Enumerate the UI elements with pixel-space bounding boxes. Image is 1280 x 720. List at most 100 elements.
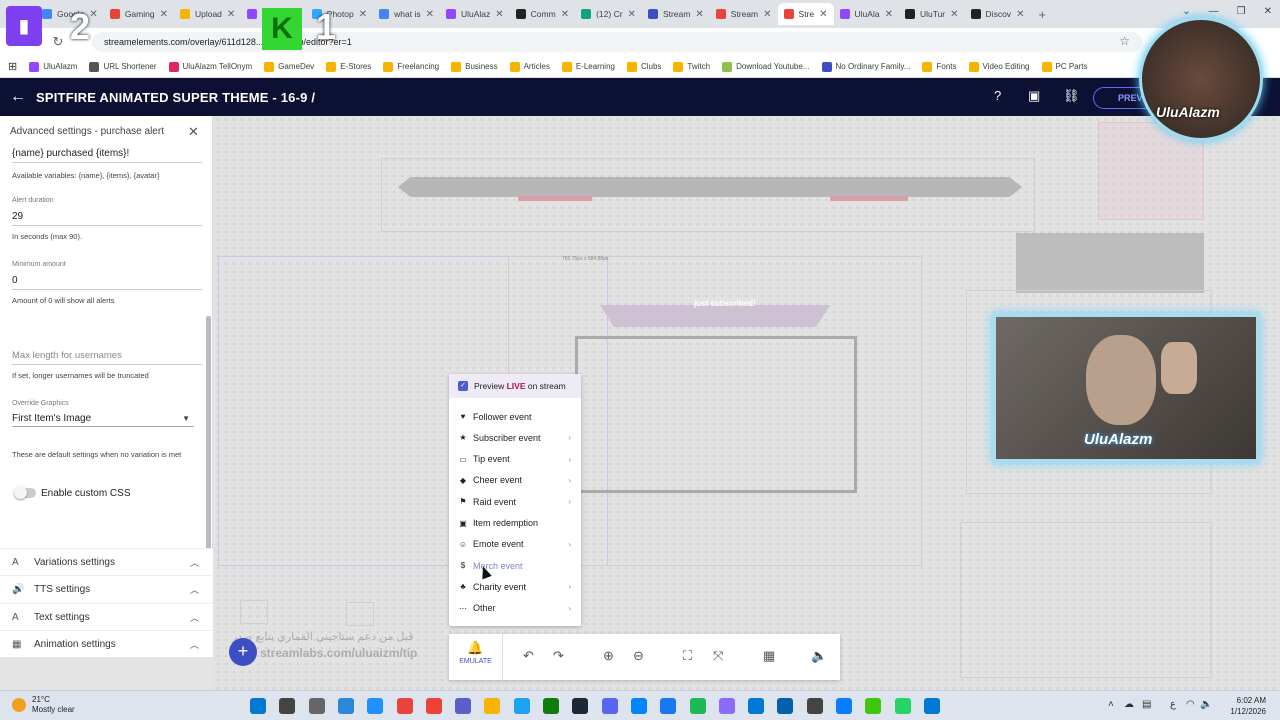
- bookmark-item[interactable]: UluAlazm: [29, 61, 77, 72]
- close-tab-icon[interactable]: ✕: [359, 9, 367, 20]
- menu-item-tip-event[interactable]: ▭ Tip event ›: [449, 449, 581, 470]
- bookmark-item[interactable]: UluAlazm TellOnym: [168, 61, 252, 72]
- small-widget[interactable]: [346, 602, 374, 626]
- taskbar-app-icon[interactable]: [484, 698, 501, 714]
- link-icon[interactable]: ⛓: [1063, 88, 1080, 104]
- accordion-tts[interactable]: 🔊 TTS settings ︿: [0, 575, 213, 602]
- taskbar-app-icon[interactable]: [308, 698, 325, 714]
- close-tab-icon[interactable]: ✕: [89, 9, 97, 20]
- help-icon[interactable]: ?: [994, 88, 1001, 103]
- close-tab-icon[interactable]: ✕: [819, 9, 827, 20]
- close-tab-icon[interactable]: ✕: [495, 9, 503, 20]
- taskbar-app-icon[interactable]: [250, 698, 266, 714]
- maximize-icon[interactable]: ❐: [1237, 6, 1246, 17]
- bookmark-item[interactable]: E-Stores: [326, 61, 371, 72]
- emulate-button[interactable]: 🔔 EMULATE: [449, 634, 503, 680]
- bookmark-item[interactable]: PC Parts: [1041, 61, 1088, 72]
- zoom-in-icon[interactable]: ⊕: [603, 648, 614, 664]
- bookmark-item[interactable]: Business: [451, 61, 498, 72]
- minimize-icon[interactable]: —: [1209, 6, 1219, 17]
- grid-icon[interactable]: ▦: [763, 648, 775, 664]
- language-icon[interactable]: ع: [1170, 699, 1176, 710]
- taskbar-app-icon[interactable]: [836, 698, 852, 714]
- bookmark-item[interactable]: No Ordinary Family...: [821, 61, 910, 72]
- url-input[interactable]: streamelements.com/overlay/611d128...f62…: [92, 32, 1142, 52]
- volume-tray-icon[interactable]: 🔈: [1200, 699, 1212, 710]
- bookmark-item[interactable]: Clubs: [626, 61, 661, 72]
- browser-tab[interactable]: UluAlaz ✕: [440, 3, 510, 25]
- bottom-right-widget[interactable]: [960, 522, 1212, 678]
- taskbar-app-icon[interactable]: [543, 698, 559, 714]
- browser-tab[interactable]: UluTur ✕: [899, 3, 965, 25]
- browser-tab[interactable]: what is ✕: [373, 3, 440, 25]
- bookmark-star-icon[interactable]: ☆: [1119, 34, 1130, 48]
- taskbar-app-icon[interactable]: [513, 698, 530, 714]
- close-tab-icon[interactable]: ✕: [227, 9, 235, 20]
- bookmark-item[interactable]: Video Editing: [968, 61, 1030, 72]
- bookmark-item[interactable]: URL Shortener: [89, 61, 157, 72]
- close-tab-icon[interactable]: ✕: [426, 9, 434, 20]
- add-widget-button[interactable]: +: [229, 638, 257, 666]
- taskbar-app-icon[interactable]: [689, 698, 706, 714]
- message-field[interactable]: {name} purchased {items}!: [12, 148, 129, 159]
- browser-tab[interactable]: (12) Cr ✕: [575, 3, 642, 25]
- tray-arrow-icon[interactable]: ˄: [1108, 699, 1114, 710]
- taskbar-app-icon[interactable]: [660, 698, 677, 714]
- menu-item-follower-event[interactable]: ♥ Follower event: [449, 406, 581, 427]
- close-tab-icon[interactable]: ✕: [763, 9, 771, 20]
- override-graphics-select[interactable]: First Item's Image ▼: [12, 413, 194, 427]
- taskbar-app-icon[interactable]: [367, 698, 384, 714]
- menu-item-raid-event[interactable]: ⚑ Raid event ›: [449, 491, 581, 512]
- small-widget[interactable]: [240, 600, 268, 624]
- close-window-icon[interactable]: ✕: [1264, 6, 1272, 17]
- apps-grid-icon[interactable]: ⊞: [8, 60, 17, 73]
- bookmark-item[interactable]: Fonts: [922, 61, 957, 72]
- menu-item-item-redemption[interactable]: ▣ Item redemption: [449, 513, 581, 534]
- new-tab-button[interactable]: +: [1038, 7, 1046, 22]
- bookmark-item[interactable]: E-Learning: [561, 61, 615, 72]
- onedrive-icon[interactable]: ☁: [1124, 699, 1134, 710]
- bookmark-item[interactable]: Freelancing: [383, 61, 439, 72]
- menu-item-merch-event[interactable]: $ Merch event: [449, 555, 581, 576]
- reload-icon[interactable]: ↻: [50, 34, 66, 50]
- volume-icon[interactable]: 🔈: [811, 648, 827, 664]
- zoom-out-icon[interactable]: ⊖: [633, 648, 644, 664]
- browser-tab[interactable]: Comm ✕: [510, 3, 575, 25]
- menu-item-emote-event[interactable]: ☺ Emote event ›: [449, 534, 581, 555]
- accordion-variations[interactable]: A Variations settings ︿: [0, 548, 213, 575]
- browser-tab[interactable]: Stream ✕: [642, 3, 710, 25]
- browser-tab[interactable]: Stre ✕: [777, 3, 834, 25]
- wifi-icon[interactable]: ◠: [1186, 699, 1195, 710]
- browser-tab[interactable]: Stream ✕: [710, 3, 778, 25]
- taskbar-app-icon[interactable]: [601, 698, 618, 714]
- fullscreen-icon[interactable]: ⛶: [683, 648, 692, 664]
- taskbar-app-icon[interactable]: [865, 698, 882, 714]
- taskbar-app-icon[interactable]: [748, 698, 765, 714]
- preview-live-checkbox[interactable]: ✓ Preview LIVE on stream: [449, 374, 581, 398]
- menu-item-cheer-event[interactable]: ◆ Cheer event ›: [449, 470, 581, 491]
- browser-tab[interactable]: Discov ✕: [965, 3, 1031, 25]
- menu-item-subscriber-event[interactable]: ★ Subscriber event ›: [449, 427, 581, 448]
- bookmark-item[interactable]: Twitch: [673, 61, 710, 72]
- taskbar-app-icon[interactable]: [279, 698, 296, 714]
- taskbar-app-icon[interactable]: [396, 698, 413, 714]
- browser-tab[interactable]: Upload ✕: [174, 3, 241, 25]
- taskbar-app-icon[interactable]: [425, 698, 442, 714]
- bookmark-item[interactable]: Articles: [509, 61, 550, 72]
- custom-css-toggle[interactable]: [14, 486, 36, 499]
- weather-widget[interactable]: 21°C Mostly clear: [12, 695, 75, 715]
- back-arrow-icon[interactable]: ←: [10, 88, 30, 106]
- panel-scrollbar[interactable]: [206, 316, 211, 550]
- taskbar-app-icon[interactable]: [894, 698, 911, 714]
- close-icon[interactable]: ✕: [188, 124, 199, 140]
- min-amount-field[interactable]: 0: [12, 275, 18, 286]
- undo-icon[interactable]: ↶: [523, 648, 534, 664]
- menu-item-charity-event[interactable]: ♣ Charity event ›: [449, 576, 581, 597]
- browser-tab[interactable]: UluAla ✕: [834, 3, 899, 25]
- fit-screen-icon[interactable]: ⤧: [713, 648, 723, 664]
- bookmark-item[interactable]: Download Youtube...: [722, 61, 810, 72]
- taskbar-app-icon[interactable]: [572, 698, 589, 714]
- close-tab-icon[interactable]: ✕: [1016, 9, 1024, 20]
- screen-icon[interactable]: ▣: [1028, 88, 1040, 104]
- taskbar-app-icon[interactable]: [455, 698, 472, 714]
